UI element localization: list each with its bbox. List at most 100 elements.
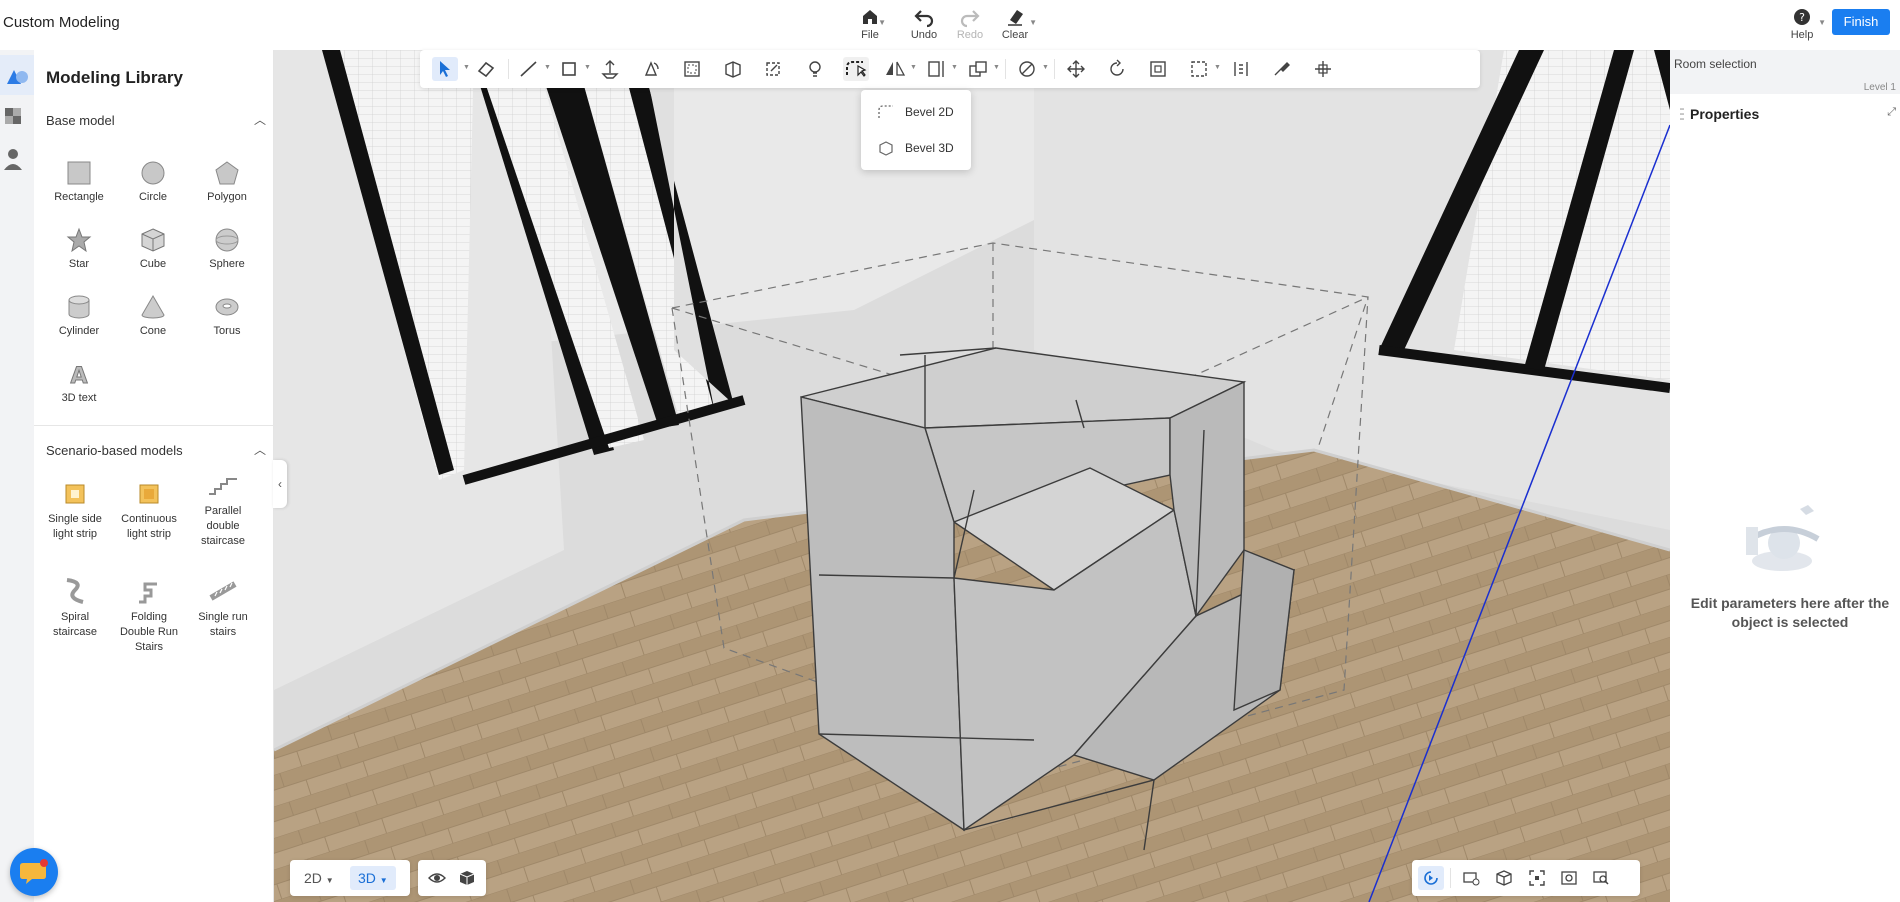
path-icon xyxy=(766,62,780,76)
base-model-header[interactable]: Base model ︿ xyxy=(46,113,266,128)
undo-button[interactable]: Undo xyxy=(898,6,950,44)
spiral-staircase-icon xyxy=(66,578,84,604)
move-tool-button[interactable] xyxy=(1063,57,1089,81)
item-label: Sphere xyxy=(209,258,245,270)
chevron-down-icon: ▼ xyxy=(951,64,958,71)
top-bar: Custom Modeling File ▼ Undo Redo Clear ▼… xyxy=(0,0,1900,50)
scenario-models-header[interactable]: Scenario-based models ︿ xyxy=(46,443,266,458)
library-item-cone[interactable]: Cone xyxy=(118,294,188,339)
eraser-tool-button[interactable] xyxy=(473,57,499,81)
level-label[interactable]: Level 1 xyxy=(1864,82,1896,93)
rectangle-tool-button[interactable] xyxy=(556,57,582,81)
eraser-icon xyxy=(1008,10,1023,26)
gizmo-tool-button[interactable] xyxy=(1310,57,1336,81)
library-item-cube[interactable]: Cube xyxy=(118,227,188,272)
expand-icon[interactable]: ⤢ xyxy=(1887,106,1896,119)
library-item-sphere[interactable]: Sphere xyxy=(192,227,262,272)
line-icon xyxy=(520,61,537,77)
staircase-icon xyxy=(209,478,237,495)
measure-tool-button[interactable] xyxy=(1228,57,1254,81)
library-item-spiral-staircase[interactable]: Spiral staircase xyxy=(40,576,110,640)
screenshot-icon[interactable] xyxy=(1560,869,1578,887)
svg-text:?: ? xyxy=(1799,11,1805,24)
extrude-tool-button[interactable] xyxy=(720,57,746,81)
library-item-3d-text[interactable]: A 3D text xyxy=(44,361,114,406)
fit-view-icon[interactable] xyxy=(1528,869,1546,887)
library-item-polygon[interactable]: Polygon xyxy=(192,160,262,205)
paintbrush-tool-button[interactable] xyxy=(1269,57,1295,81)
rail-modeling-library[interactable] xyxy=(0,55,34,95)
item-label: 3D text xyxy=(61,392,97,404)
text-3d-icon: A xyxy=(70,364,88,388)
item-label: Single side light strip xyxy=(48,513,102,540)
paint-tool-button[interactable] xyxy=(1014,57,1040,81)
item-label: Single run stairs xyxy=(198,611,248,638)
scene-render[interactable] xyxy=(274,50,1670,902)
right-panel: Room selection Level 1 Properties ⤢ Edit… xyxy=(1670,50,1900,902)
undo-icon xyxy=(914,10,934,28)
rotate-icon xyxy=(1110,59,1124,76)
library-item-continuous-light-strip[interactable]: Continuous light strip xyxy=(114,480,184,542)
bevel-2d-label: Bevel 2D xyxy=(905,105,954,119)
scale-tool-button[interactable] xyxy=(1145,57,1171,81)
cube-view-icon[interactable] xyxy=(458,869,476,887)
cube-outline-icon[interactable] xyxy=(1495,869,1513,887)
finish-button[interactable]: Finish xyxy=(1832,9,1890,35)
drag-handle-icon[interactable] xyxy=(1680,108,1684,120)
help-button[interactable]: ? Help ▼ xyxy=(1776,6,1828,44)
library-item-circle[interactable]: Circle xyxy=(118,160,188,205)
3d-viewport[interactable] xyxy=(274,50,1670,902)
library-item-folding-double-run-stairs[interactable]: Folding Double Run Stairs xyxy=(114,576,184,655)
line-tool-button[interactable] xyxy=(516,57,542,81)
light-tool-button[interactable] xyxy=(802,57,828,81)
menu-item-bevel-2d[interactable]: Bevel 2D xyxy=(861,94,971,128)
scenario-models-label: Scenario-based models xyxy=(46,443,183,458)
display-settings-icon[interactable] xyxy=(1462,870,1480,886)
library-item-single-run-stairs[interactable]: Single run stairs xyxy=(188,576,258,640)
library-item-single-side-light-strip[interactable]: Single side light strip xyxy=(40,480,110,542)
chevron-down-icon: ▼ xyxy=(1214,64,1221,71)
toolbar-divider xyxy=(1005,59,1006,79)
eye-icon[interactable] xyxy=(428,870,446,886)
chevron-up-icon: ︿ xyxy=(253,113,266,127)
push-pull-icon xyxy=(601,60,619,79)
rectangle-icon xyxy=(562,62,576,76)
support-chat-button[interactable] xyxy=(10,848,58,896)
collapse-library-button[interactable]: ‹ xyxy=(273,460,287,508)
library-title: Modeling Library xyxy=(46,68,183,87)
select-area-tool-button[interactable] xyxy=(1186,57,1212,81)
library-item-star[interactable]: Star xyxy=(44,227,114,272)
orbit-button[interactable] xyxy=(1418,866,1444,890)
mirror-tool-button[interactable] xyxy=(882,57,908,81)
view-2d-button[interactable]: 2D ▼ xyxy=(296,866,342,890)
library-item-cylinder[interactable]: Cylinder xyxy=(44,294,114,339)
view-3d-button[interactable]: 3D ▼ xyxy=(350,866,396,890)
bevel-tool-button[interactable] xyxy=(843,57,869,81)
sphere-icon xyxy=(215,228,239,252)
item-label: Folding Double Run Stairs xyxy=(119,611,179,653)
boolean-tool-button[interactable] xyxy=(965,57,991,81)
push-pull-tool-button[interactable] xyxy=(597,57,623,81)
menu-item-bevel-3d[interactable]: Bevel 3D xyxy=(861,130,971,164)
zoom-search-icon[interactable] xyxy=(1592,869,1610,887)
toolbar-divider xyxy=(508,59,509,79)
chevron-up-icon: ︿ xyxy=(253,443,266,457)
rotate-tool-button[interactable] xyxy=(1104,57,1130,81)
room-selection-label[interactable]: Room selection xyxy=(1674,57,1757,71)
library-item-parallel-double-staircase[interactable]: Parallel double staircase xyxy=(188,472,258,549)
item-label: Rectangle xyxy=(54,191,104,203)
rail-materials[interactable] xyxy=(0,98,34,138)
file-button[interactable]: File ▼ xyxy=(844,6,896,44)
library-item-torus[interactable]: Torus xyxy=(192,294,262,339)
offset-tool-button[interactable] xyxy=(679,57,705,81)
app-title: Custom Modeling xyxy=(3,14,120,31)
path-tool-button[interactable] xyxy=(761,57,787,81)
align-tool-button[interactable] xyxy=(923,57,949,81)
rotate-shape-tool-button[interactable] xyxy=(638,57,664,81)
rotate-shape-icon xyxy=(644,61,659,76)
rail-user[interactable] xyxy=(0,140,34,180)
clear-button[interactable]: Clear ▼ xyxy=(989,6,1041,44)
library-item-rectangle[interactable]: Rectangle xyxy=(44,160,114,205)
select-tool-button[interactable] xyxy=(432,57,458,81)
bevel-2d-icon xyxy=(878,105,893,118)
